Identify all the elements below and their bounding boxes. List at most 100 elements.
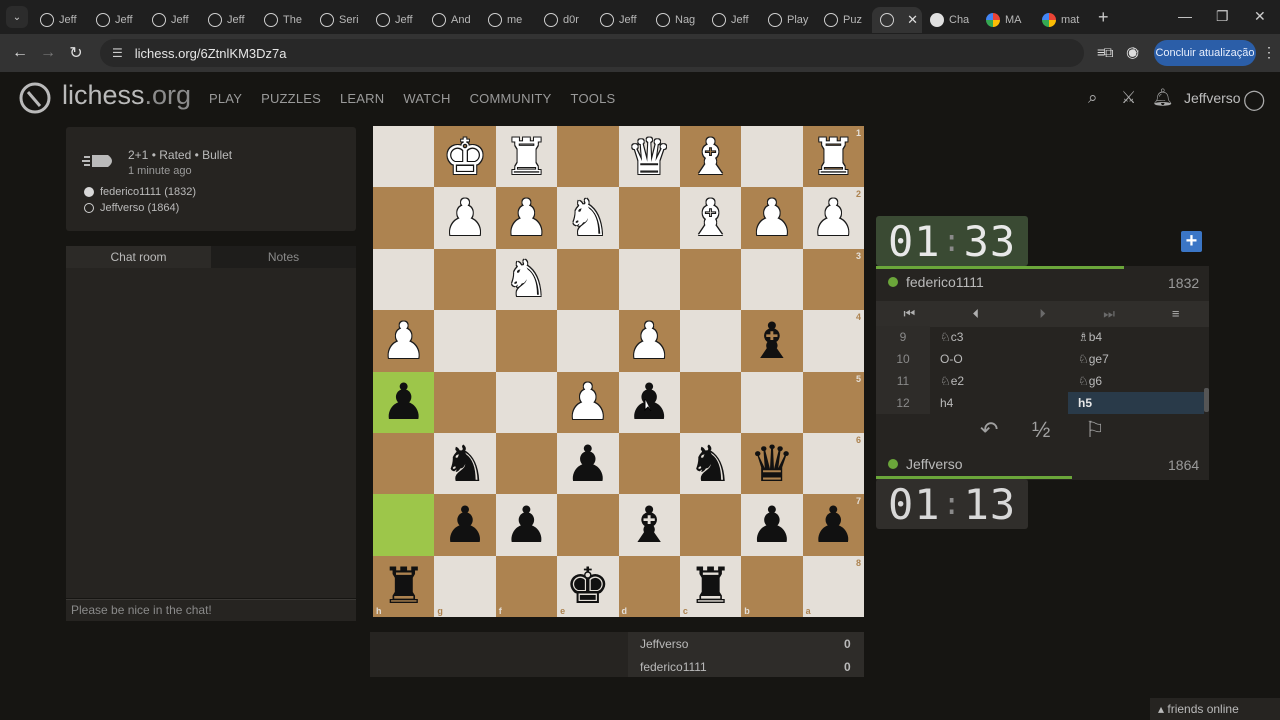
white-pawn-icon[interactable]: ♟ — [811, 193, 856, 243]
white-pawn-icon[interactable]: ♟ — [565, 377, 610, 427]
browser-tab[interactable]: ✕ — [872, 7, 922, 33]
board-square[interactable] — [618, 248, 680, 311]
close-window-icon[interactable]: ✕ — [1254, 8, 1266, 25]
browser-menu-icon[interactable]: ⋮ — [1262, 44, 1276, 61]
board-square[interactable]: ♟ — [618, 310, 680, 372]
lichess-logo-icon[interactable] — [18, 80, 52, 114]
player-line[interactable]: Jeffverso — [888, 456, 963, 472]
board-square[interactable]: 3 — [802, 248, 864, 311]
browser-tab[interactable]: MA — [978, 7, 1034, 33]
black-player-line[interactable]: Jeffverso (1864) — [84, 202, 179, 214]
browser-tab[interactable]: me — [480, 7, 536, 33]
white-move[interactable]: O-O — [940, 348, 963, 370]
board-square[interactable]: f — [495, 555, 558, 617]
white-king-icon[interactable]: ♚ — [443, 132, 488, 182]
offer-draw-button[interactable]: ½ — [1032, 417, 1050, 443]
white-rook-icon[interactable]: ♜ — [811, 132, 856, 182]
browser-tab[interactable]: Jeff — [368, 7, 424, 33]
board-square[interactable]: ♟ — [741, 494, 803, 556]
board-square[interactable]: ♛ — [618, 126, 680, 188]
board-square[interactable]: ♝ — [618, 494, 680, 556]
nav-community[interactable]: COMMUNITY — [470, 91, 552, 106]
notification-bell-icon[interactable]: 🔔︎ — [1152, 88, 1174, 108]
board-square[interactable]: ♝ — [679, 187, 742, 249]
browser-tab[interactable]: Jeff — [32, 7, 88, 33]
board-square[interactable] — [373, 494, 435, 556]
board-square[interactable] — [495, 371, 558, 433]
first-move-icon[interactable]: ⏮ — [876, 301, 943, 327]
last-move-icon[interactable]: ⏭ — [1076, 301, 1143, 327]
forward-icon[interactable]: → — [34, 44, 62, 62]
takeback-icon[interactable]: ↶ — [980, 417, 998, 443]
browser-tab[interactable]: Play — [760, 7, 816, 33]
board-square[interactable] — [557, 248, 619, 311]
board-square[interactable] — [557, 126, 619, 188]
browser-tab[interactable]: Cha — [922, 7, 978, 33]
restore-icon[interactable]: ❐ — [1216, 8, 1229, 25]
board-square[interactable]: ♚ — [434, 126, 496, 188]
black-bishop-icon[interactable]: ♝ — [627, 500, 672, 550]
board-square[interactable]: ♞ — [679, 432, 742, 495]
board-square[interactable] — [495, 432, 558, 495]
board-square[interactable] — [741, 248, 803, 311]
prev-move-icon[interactable]: ⏴ — [943, 301, 1010, 327]
tab-search-chevron-icon[interactable]: ⌄ — [6, 6, 28, 28]
update-button[interactable]: Concluir atualização — [1154, 40, 1256, 66]
black-rook-icon[interactable]: ♜ — [381, 561, 426, 611]
black-move[interactable]: ♘g6 — [1068, 370, 1204, 392]
board-square[interactable] — [557, 310, 619, 372]
media-queue-icon[interactable]: ≡ — [1097, 44, 1105, 60]
board-square[interactable]: ♞ — [434, 432, 496, 495]
board-square[interactable]: ♞ — [557, 187, 619, 249]
browser-tab[interactable]: d0r — [536, 7, 592, 33]
white-move[interactable]: ♘c3 — [940, 326, 963, 348]
black-pawn-icon[interactable]: ♟ — [565, 439, 610, 489]
board-square[interactable]: ♜ 1 — [802, 126, 864, 188]
board-square[interactable] — [373, 187, 435, 249]
black-king-icon[interactable]: ♚ — [565, 561, 610, 611]
resign-flag-icon[interactable]: ⚐ — [1085, 417, 1105, 443]
profile-icon[interactable]: ◉ — [1126, 43, 1139, 61]
back-icon[interactable]: ← — [6, 44, 34, 62]
white-pawn-icon[interactable]: ♟ — [443, 193, 488, 243]
board-square[interactable]: g — [434, 555, 496, 617]
black-pawn-icon[interactable]: ♟ — [504, 500, 549, 550]
tab-chat-room[interactable]: Chat room — [66, 246, 211, 268]
next-move-icon[interactable]: ⏵ — [1009, 301, 1076, 327]
board-square[interactable]: b — [741, 555, 803, 617]
board-square[interactable]: ♟ — [373, 371, 435, 433]
friends-online-button[interactable]: ▴ friends online — [1150, 698, 1280, 720]
black-rook-icon[interactable]: ♜ — [688, 561, 733, 611]
white-pawn-icon[interactable]: ♟ — [750, 193, 795, 243]
white-knight-icon[interactable]: ♞ — [504, 254, 549, 304]
crossed-swords-icon[interactable]: ⚔ — [1121, 88, 1136, 108]
board-square[interactable] — [557, 494, 619, 556]
board-square[interactable]: 8a — [802, 555, 864, 617]
white-move[interactable]: h4 — [940, 392, 953, 414]
browser-tab[interactable]: Seri — [312, 7, 368, 33]
menu-icon[interactable]: ≡ — [1142, 301, 1209, 327]
new-tab-button[interactable]: + — [1098, 7, 1109, 28]
white-pawn-icon[interactable]: ♟ — [627, 316, 672, 366]
white-bishop-icon[interactable]: ♝ — [688, 132, 733, 182]
board-square[interactable]: ♟ — [557, 432, 619, 495]
board-square[interactable]: ♟ — [373, 310, 435, 372]
black-pawn-icon[interactable]: ♟ — [381, 377, 426, 427]
nav-watch[interactable]: WATCH — [403, 91, 450, 106]
site-logo[interactable]: lichess.org — [62, 80, 191, 111]
board-square[interactable] — [495, 310, 558, 372]
user-menu[interactable]: Jeffverso — [1184, 90, 1241, 106]
board-square[interactable]: ♟ — [741, 187, 803, 249]
board-square[interactable]: ♟ 7 — [802, 494, 864, 556]
board-square[interactable]: ♛ — [741, 432, 803, 495]
board-square[interactable]: ♟ — [495, 494, 558, 556]
browser-tab[interactable]: mat — [1034, 7, 1090, 33]
board-square[interactable]: 5 — [802, 371, 864, 433]
site-info-icon[interactable]: ☰ — [112, 46, 123, 60]
board-square[interactable] — [618, 187, 680, 249]
board-square[interactable] — [679, 248, 742, 311]
chat-input[interactable]: Please be nice in the chat! — [66, 599, 356, 621]
board-square[interactable]: ♝ — [679, 126, 742, 188]
board-square[interactable] — [741, 371, 803, 433]
black-move[interactable]: ♘ge7 — [1068, 348, 1204, 370]
